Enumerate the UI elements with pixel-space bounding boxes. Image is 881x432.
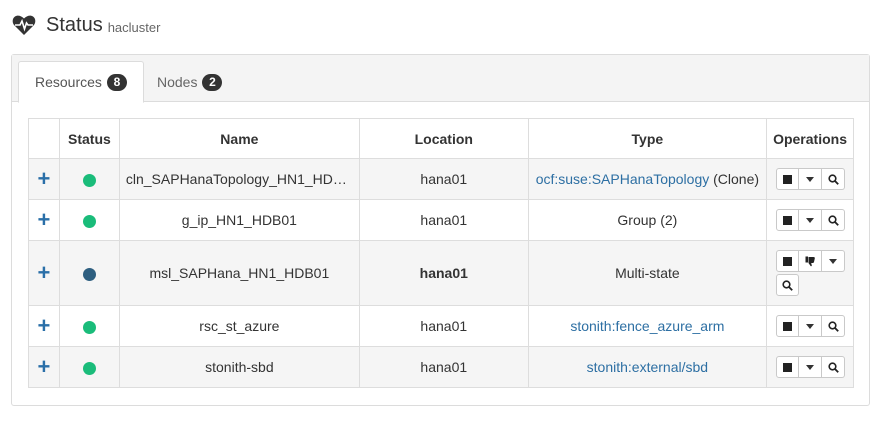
stop-square-icon — [783, 215, 793, 225]
tab-nodes[interactable]: Nodes 2 — [141, 61, 238, 103]
column-header-location: Location — [358, 118, 529, 159]
caret-down-icon — [806, 176, 815, 182]
stop-button[interactable] — [776, 356, 800, 378]
resource-agent-link[interactable]: stonith:fence_azure_arm — [570, 318, 724, 334]
magnifier-icon — [827, 361, 839, 373]
magnifier-icon — [782, 279, 793, 291]
stop-square-icon — [783, 362, 793, 372]
caret-down-icon — [806, 217, 815, 223]
column-header-expand — [28, 118, 60, 159]
status-indicator — [82, 267, 96, 281]
operations-menu-button[interactable] — [799, 209, 823, 231]
column-header-type: Type — [527, 118, 768, 159]
stop-square-icon — [783, 321, 793, 331]
resource-type: Group (2) — [527, 199, 768, 241]
magnifier-icon — [827, 214, 839, 226]
details-button[interactable] — [822, 209, 846, 231]
resource-name: stonith-sbd — [118, 346, 360, 388]
status-indicator — [82, 214, 96, 228]
table-row: + stonith-sbd hana01 stonith:external/sb… — [28, 346, 854, 388]
stop-button[interactable] — [776, 168, 800, 190]
magnifier-icon — [827, 173, 839, 185]
resource-type-text: Multi-state — [615, 265, 680, 281]
column-header-status: Status — [58, 118, 120, 159]
resource-type: stonith:fence_azure_arm — [527, 305, 768, 347]
resource-location: hana01 — [358, 240, 529, 306]
cluster-name: hacluster — [107, 19, 161, 35]
stop-square-icon — [783, 256, 793, 266]
details-button[interactable] — [776, 274, 800, 296]
magnifier-icon — [827, 320, 839, 332]
stop-button[interactable] — [776, 209, 800, 231]
table-row: + rsc_st_azure hana01 stonith:fence_azur… — [28, 305, 854, 347]
operations-menu-button[interactable] — [799, 356, 823, 378]
thumbs-down-icon — [805, 256, 815, 266]
resources-count-badge: 8 — [106, 73, 127, 91]
resource-agent-link[interactable]: stonith:external/sbd — [587, 359, 708, 375]
status-indicator — [82, 173, 96, 187]
resources-table: Status Name Location Type Operations + c… — [28, 118, 854, 388]
tab-resources-label: Resources — [35, 74, 102, 90]
resource-type: stonith:external/sbd — [527, 346, 768, 388]
caret-down-icon — [829, 258, 838, 264]
operations-group — [773, 250, 847, 296]
expand-row-button[interactable]: + — [38, 207, 51, 232]
resource-name: rsc_st_azure — [118, 305, 360, 347]
details-button[interactable] — [822, 356, 846, 378]
resource-type: Multi-state — [527, 240, 768, 306]
resource-type: ocf:suse:SAPHanaTopology (Clone) — [527, 158, 768, 200]
table-row: + msl_SAPHana_HN1_HDB01 hana01 Multi-sta… — [28, 240, 854, 306]
table-row: + g_ip_HN1_HDB01 hana01 Group (2) — [28, 199, 854, 241]
resource-location: hana01 — [358, 158, 529, 200]
resource-type-text: Group (2) — [617, 212, 678, 228]
resource-name: msl_SAPHana_HN1_HDB01 — [118, 240, 360, 306]
heartbeat-icon — [12, 15, 36, 35]
operations-group — [773, 315, 847, 337]
caret-down-icon — [806, 323, 815, 329]
expand-row-button[interactable]: + — [38, 354, 51, 379]
resource-agent-link[interactable]: ocf:suse:SAPHanaTopology — [536, 171, 710, 187]
demote-button[interactable] — [799, 250, 823, 272]
page-title: Status — [46, 13, 103, 36]
status-indicator — [82, 320, 96, 334]
nodes-count-badge: 2 — [202, 73, 223, 91]
operations-menu-button[interactable] — [822, 250, 846, 272]
tab-nodes-label: Nodes — [157, 74, 198, 90]
stop-square-icon — [783, 174, 793, 184]
column-header-operations: Operations — [766, 118, 854, 159]
operations-menu-button[interactable] — [799, 168, 823, 190]
page-header: Status hacluster — [12, 12, 160, 38]
stop-button[interactable] — [776, 315, 800, 337]
tab-bar: Resources 8 Nodes 2 — [12, 55, 869, 103]
details-button[interactable] — [822, 168, 846, 190]
table-header-row: Status Name Location Type Operations — [28, 118, 854, 159]
expand-row-button[interactable]: + — [38, 260, 51, 285]
expand-row-button[interactable]: + — [38, 166, 51, 191]
resource-name: g_ip_HN1_HDB01 — [118, 199, 360, 241]
tab-resources[interactable]: Resources 8 — [18, 61, 144, 103]
details-button[interactable] — [822, 315, 846, 337]
resource-location: hana01 — [358, 305, 529, 347]
column-header-name: Name — [118, 118, 360, 159]
operations-menu-button[interactable] — [799, 315, 823, 337]
status-panel: Resources 8 Nodes 2 Status Name Location… — [11, 54, 870, 406]
operations-group — [773, 356, 847, 378]
stop-button[interactable] — [776, 250, 800, 272]
resource-location: hana01 — [358, 199, 529, 241]
resource-location: hana01 — [358, 346, 529, 388]
resource-type-suffix: (Clone) — [709, 171, 760, 187]
resource-name: cln_SAPHanaTopology_HN1_HDB... — [118, 158, 360, 200]
status-indicator — [82, 361, 96, 375]
table-row: + cln_SAPHanaTopology_HN1_HDB... hana01 … — [28, 158, 854, 200]
operations-group — [773, 168, 847, 190]
operations-group — [773, 209, 847, 231]
expand-row-button[interactable]: + — [38, 313, 51, 338]
caret-down-icon — [806, 364, 815, 370]
